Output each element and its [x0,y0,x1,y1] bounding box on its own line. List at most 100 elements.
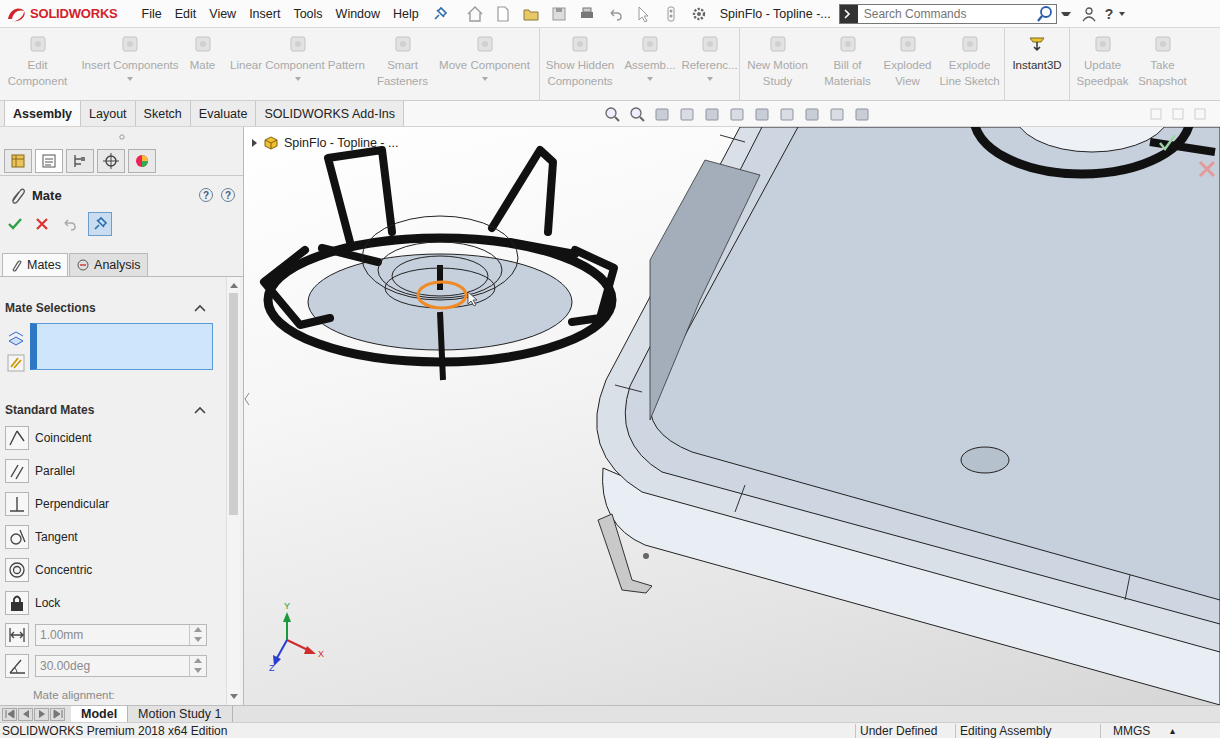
units-menu-arrow[interactable]: ▴ [1170,725,1220,736]
ribbon-button[interactable]: New Motion Study [740,28,815,100]
help-button[interactable]: ? [199,188,213,202]
ribbon-button[interactable]: Move Component [430,28,540,100]
section-view-icon[interactable] [679,106,695,122]
command-tab[interactable]: SOLIDWORKS Add-Ins [256,101,404,126]
undo-icon[interactable] [606,5,624,23]
graphics-area[interactable]: YXZSpinFlo - Topline - ... [244,127,1220,705]
traffic-light-icon[interactable] [662,5,680,23]
tab-scroll-button[interactable] [2,708,17,721]
command-tab[interactable]: Assembly [4,101,81,126]
preselected-edge[interactable] [418,282,466,308]
cooktop[interactable] [597,127,1220,705]
tab-scroll-button[interactable] [50,708,65,721]
angle-field[interactable]: 30.00deg [35,655,207,677]
ribbon-button[interactable]: Assemb... [620,28,680,100]
pin-icon[interactable] [432,6,448,22]
spinner[interactable] [189,656,206,676]
feature-tree-flyout[interactable]: SpinFlo - Topline - ... [250,135,398,151]
close-view-icon[interactable] [1194,108,1206,120]
scrollbar-thumb[interactable] [229,293,238,515]
view-settings-icon[interactable] [854,106,870,122]
search-icon[interactable] [1036,5,1054,23]
panel-splitter-icon[interactable] [244,392,250,406]
mate-type-button[interactable] [5,459,29,483]
home-icon[interactable] [466,5,484,23]
ribbon-button[interactable]: Linear Component Pattern [220,28,375,100]
model-view[interactable]: YXZ [244,127,1220,705]
tab-scroll-button[interactable] [18,708,33,721]
collapse-chevron-icon[interactable] [194,406,206,414]
ribbon-button[interactable]: Update Speedpak [1070,28,1135,100]
search-input[interactable] [858,7,1036,21]
dynamic-annotation-icon[interactable] [704,106,720,122]
tab-scroll-button[interactable] [34,708,49,721]
sub-tab[interactable]: Analysis [69,253,148,276]
menu-item[interactable]: File [142,7,162,21]
select-icon[interactable] [634,5,652,23]
command-tab[interactable]: Sketch [136,101,191,126]
ok-check-icon[interactable] [6,215,24,233]
distance-button[interactable] [5,623,29,647]
spinner[interactable] [189,625,206,645]
tile-icon[interactable] [1172,108,1184,120]
left-burner[interactable] [264,150,614,380]
menu-item[interactable]: Help [393,7,419,21]
ribbon-button[interactable]: Smart Fasteners [375,28,430,100]
menu-item[interactable]: Edit [175,7,197,21]
right-burner[interactable] [974,127,1215,174]
units-field[interactable]: MMGS [1100,724,1170,738]
mate-type-button[interactable] [5,426,29,450]
ribbon-button[interactable]: Bill of Materials [815,28,880,100]
ribbon-button[interactable]: Instant3D [1005,28,1070,100]
menu-item[interactable]: View [209,7,236,21]
hide-show-icon[interactable] [779,106,795,122]
ribbon-button[interactable]: Insert Components [75,28,185,100]
mate-type-row[interactable]: Lock [0,586,226,619]
user-icon[interactable] [1081,6,1097,22]
help-button[interactable]: ? [221,188,235,202]
mate-type-row[interactable]: Perpendicular [0,487,226,520]
bottom-tab[interactable]: Motion Study 1 [128,706,232,722]
zoom-fit-icon[interactable] [604,106,620,122]
manager-tab[interactable] [128,149,156,173]
scrollbar[interactable] [226,277,240,705]
ribbon-button[interactable]: Referenc... [680,28,740,100]
save-icon[interactable] [550,5,568,23]
open-folder-icon[interactable] [522,5,540,23]
undo-icon[interactable] [60,215,78,233]
mate-type-button[interactable] [5,492,29,516]
mate-type-button[interactable] [5,525,29,549]
mate-type-row[interactable]: Tangent [0,520,226,553]
ribbon-button[interactable]: Mate [185,28,220,100]
angle-button[interactable] [5,654,29,678]
menu-item[interactable]: Tools [293,7,322,21]
mate-type-row[interactable]: Parallel [0,454,226,487]
options-gear-icon[interactable] [690,5,708,23]
previous-view-icon[interactable] [654,106,670,122]
sub-tab[interactable]: Mates [2,253,68,276]
section-header[interactable]: Mate Selections [0,297,226,319]
menu-item[interactable]: Insert [249,7,280,21]
manager-tab[interactable] [97,149,125,173]
restore-icon[interactable] [1150,108,1162,120]
mate-type-button[interactable] [5,591,29,615]
command-tab[interactable]: Evaluate [191,101,257,126]
command-prompt-icon[interactable] [840,5,858,23]
zoom-area-icon[interactable] [629,106,645,122]
expand-arrow-icon[interactable] [250,139,258,147]
edit-appearance-icon[interactable] [804,106,820,122]
print-icon[interactable] [578,5,596,23]
ribbon-button[interactable]: Exploded View [880,28,935,100]
manager-tab[interactable] [35,149,63,173]
ribbon-button[interactable]: Edit Component [0,28,75,100]
bottom-tab[interactable]: Model [71,706,128,722]
keep-visible-button[interactable] [88,212,112,236]
mate-type-row[interactable]: Concentric [0,553,226,586]
display-style-icon[interactable] [754,106,770,122]
scene-icon[interactable] [829,106,845,122]
cancel-x-icon[interactable] [34,216,50,232]
ribbon-button[interactable]: Explode Line Sketch [935,28,1005,100]
mate-type-row[interactable]: Coincident [0,421,226,454]
help-button[interactable]: ? [1105,6,1114,22]
menu-item[interactable]: Window [336,7,380,21]
